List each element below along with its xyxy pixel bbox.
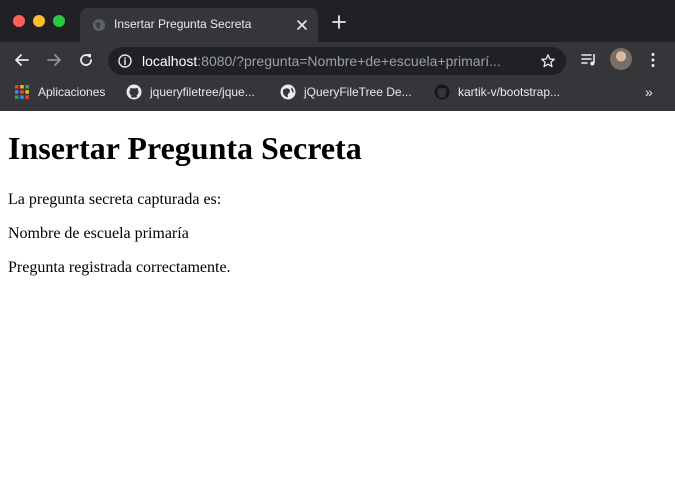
bookmarks-bar: Aplicaciones jqueryfiletree/jque... jQue…	[0, 78, 675, 106]
url-text[interactable]: localhost:8080/?pregunta=Nombre+de+escue…	[142, 53, 534, 69]
bookmark-label: Aplicaciones	[38, 85, 106, 99]
reload-icon[interactable]	[77, 51, 95, 69]
close-icon[interactable]	[296, 19, 308, 31]
tab-active[interactable]: Insertar Pregunta Secreta	[80, 8, 318, 42]
maximize-window-button[interactable]	[53, 15, 65, 27]
intro-text: La pregunta secreta capturada es:	[8, 191, 222, 208]
back-arrow-icon[interactable]	[13, 51, 31, 69]
close-window-button[interactable]	[13, 15, 25, 27]
bookmark-label: kartik-v/bootstrap...	[458, 85, 561, 99]
forward-arrow-icon[interactable]	[45, 51, 63, 69]
new-tab-icon[interactable]	[332, 15, 346, 29]
globe-icon	[280, 84, 296, 100]
url-path: :8080/?pregunta=Nombre+de+escuela+primar…	[197, 53, 501, 69]
address-bar[interactable]: localhost:8080/?pregunta=Nombre+de+escue…	[108, 47, 566, 75]
more-vert-icon[interactable]	[644, 51, 662, 69]
tab-title: Insertar Pregunta Secreta	[114, 17, 252, 31]
bookmarks-overflow-button[interactable]: »	[645, 84, 653, 100]
bookmark-jqueryfiletree-github[interactable]: jqueryfiletree/jque...	[126, 83, 255, 101]
page-title: Insertar Pregunta Secreta	[8, 130, 362, 166]
github-icon	[434, 84, 450, 100]
media-playlist-icon[interactable]	[580, 51, 598, 69]
url-host: localhost	[142, 53, 198, 69]
bookmark-jqueryfiletree-demo[interactable]: jQueryFileTree De...	[280, 83, 412, 101]
page-content: Insertar Pregunta Secreta La pregunta se…	[0, 111, 675, 498]
secret-question-text: Nombre de escuela primaría	[8, 225, 189, 242]
github-icon	[126, 84, 142, 100]
bookmark-kartik-v-github[interactable]: kartik-v/bootstrap...	[434, 83, 560, 101]
star-icon[interactable]	[540, 53, 556, 69]
bookmark-apps[interactable]: Aplicaciones	[14, 83, 105, 101]
avatar[interactable]	[610, 48, 632, 70]
apps-grid-icon	[15, 85, 29, 99]
status-message: Pregunta registrada correctamente.	[8, 259, 231, 276]
browser-chrome: Insertar Pregunta Secreta localhost:8080…	[0, 0, 675, 111]
globe-icon	[93, 19, 105, 31]
bookmark-label: jqueryfiletree/jque...	[150, 85, 255, 99]
tab-strip: Insertar Pregunta Secreta	[0, 0, 675, 42]
bookmark-label: jQueryFileTree De...	[304, 85, 412, 99]
toolbar: localhost:8080/?pregunta=Nombre+de+escue…	[0, 42, 675, 78]
info-icon[interactable]	[118, 54, 132, 68]
minimize-window-button[interactable]	[33, 15, 45, 27]
